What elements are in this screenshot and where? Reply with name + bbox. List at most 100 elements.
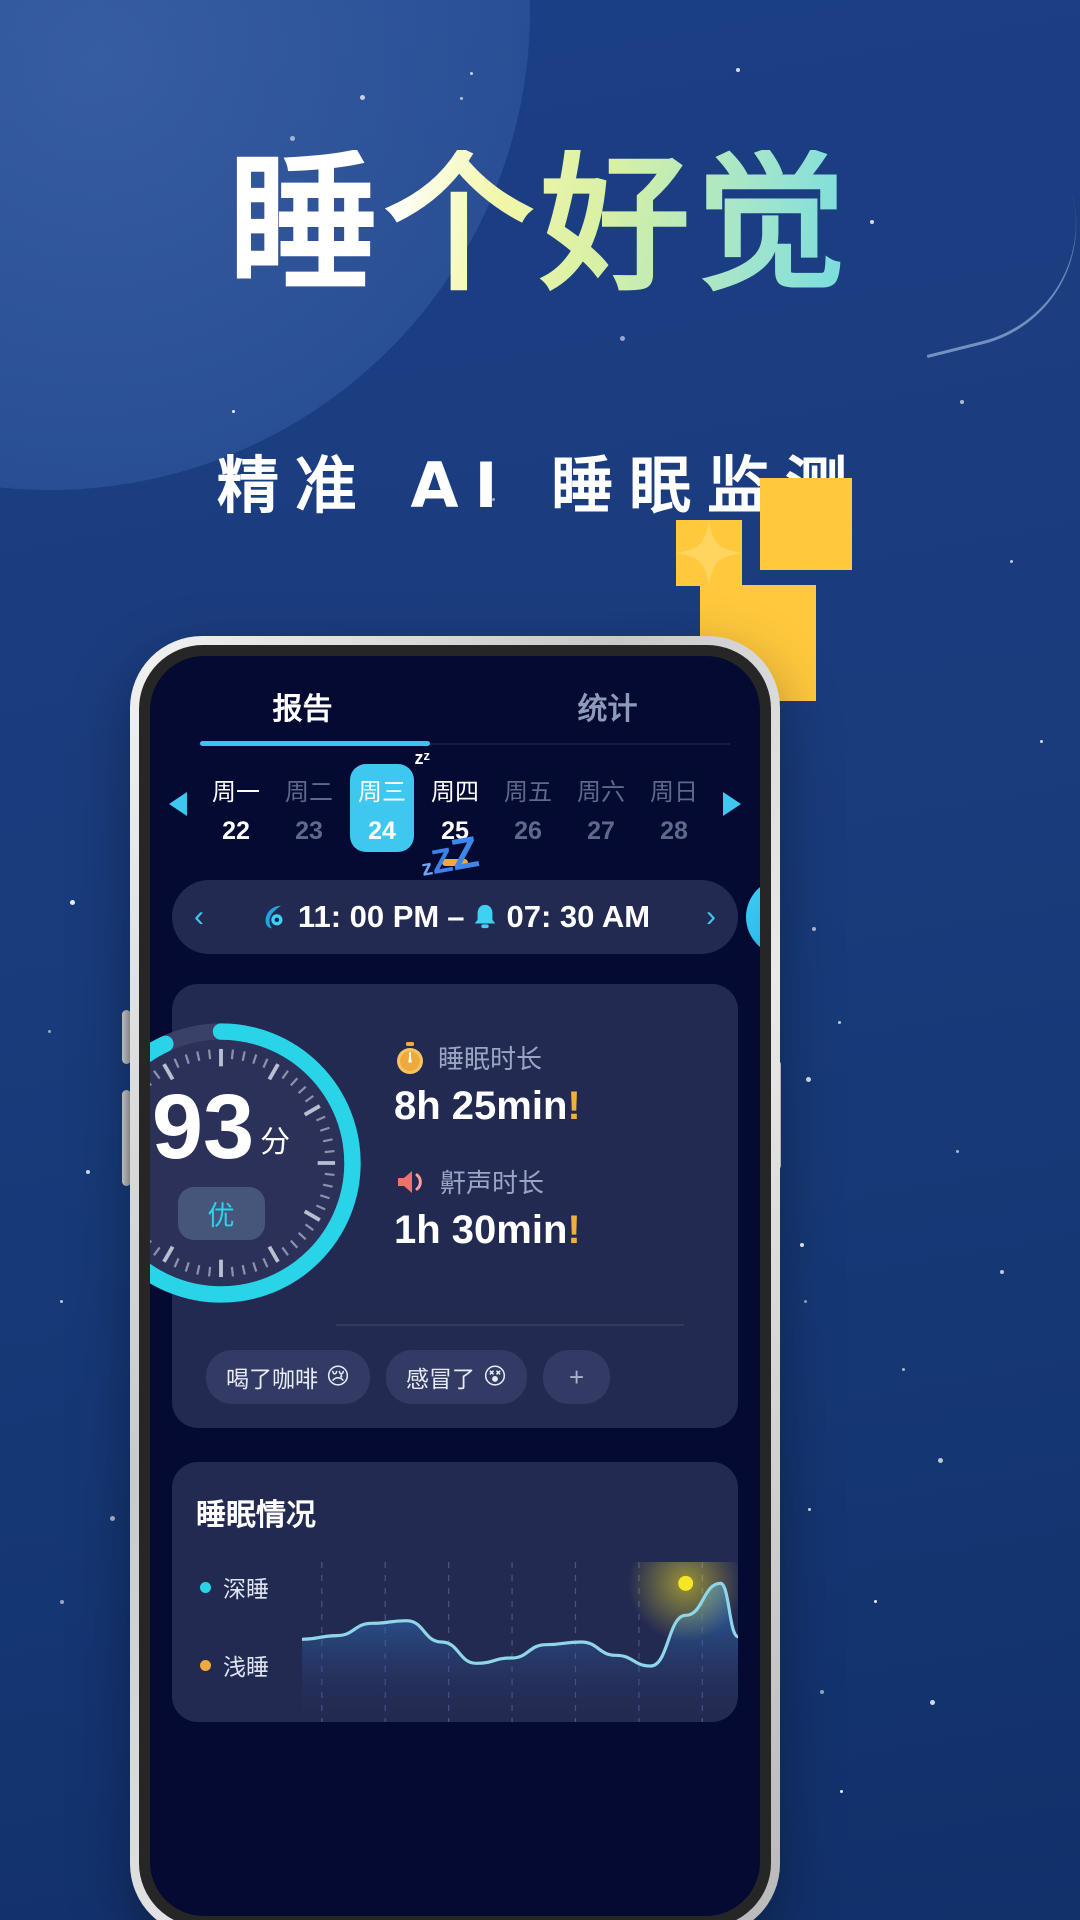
stopwatch-icon [397,1041,423,1074]
legend-dot [200,1581,211,1593]
day-item-fri[interactable]: 周五 26 [496,764,560,852]
star [840,1790,843,1793]
tag-list: 喝了咖啡 😢 感冒了 😵 + [196,1326,714,1404]
star [86,1170,90,1174]
metric-label: 睡眠时长 [438,1044,543,1074]
star [60,1600,64,1604]
day-item-sat[interactable]: 周六 27 [569,764,633,852]
score-unit: 分 [260,1125,291,1159]
day-weekday: 周三 [358,779,406,806]
legend-dot [200,1659,211,1671]
tab-statistics[interactable]: 统计 [455,684,760,746]
legend-label: 浅睡 [223,1654,269,1680]
tag-coffee[interactable]: 喝了咖啡 😢 [206,1350,370,1404]
star [1000,1270,1004,1274]
chevron-right-icon [723,792,741,816]
poster-root: 睡个好觉 精准 AI 睡眠监测 报告 统计 周一 22 周二 23 zz 周三 … [0,0,1080,1920]
tab-bar: 报告 统计 [150,656,760,746]
legend-light-sleep: 浅睡 [200,1648,269,1682]
star [956,1150,959,1153]
score-rating-badge: 优 [177,1186,265,1240]
star [800,1243,804,1247]
day-date: 28 [660,817,688,845]
metric-value-wrap: 1h 30min! [394,1208,714,1253]
day-weekday: 周二 [285,779,333,806]
day-item-mon[interactable]: 周一 22 [204,764,268,852]
day-date: 24 [368,817,396,845]
star [48,1030,51,1033]
tag-label: 喝了咖啡 [226,1366,318,1392]
chart-legend: 深睡 浅睡 清醒 [200,1570,269,1722]
moon-icon [265,905,283,929]
metric-value: 1h 30min [394,1208,568,1252]
metric-suffix: ! [567,1084,581,1128]
page-title: 睡个好觉 [0,150,1080,300]
legend-label: 深睡 [223,1576,269,1602]
metric-sleep-duration: 睡眠时长 8h 25min! [394,1039,714,1129]
alarm-bell-icon [475,904,496,929]
star [736,68,740,72]
day-weekday: 周四 [431,779,479,806]
day-weekday: 周六 [577,779,625,806]
star [838,1021,841,1024]
star [874,1600,877,1603]
day-item-wed-selected[interactable]: zz 周三 24 [350,748,430,852]
tag-cold[interactable]: 感冒了 😵 [385,1350,527,1404]
metric-header: 睡眠时长 [394,1039,714,1076]
phone-bezel: 报告 统计 周一 22 周二 23 zz 周三 24 周四 25 周五 26 周… [139,645,771,1920]
sleep-chart [300,1525,738,1722]
star [460,97,463,100]
star [812,927,816,931]
sparkle-icon [676,520,742,586]
sleep-schedule-bar: ‹ 11: 00 PM – 07: 30 AM › [172,878,760,956]
score-value: 93 [151,1076,255,1179]
sleep-chart-svg [300,1525,738,1722]
crying-face-icon: 😢 [326,1364,350,1390]
schedule-times: 11: 00 PM – 07: 30 AM [220,899,690,935]
dizzy-face-icon: 😵 [482,1364,507,1390]
star [804,1300,807,1303]
day-weekday: 周日 [650,779,698,806]
star [808,1508,811,1511]
legend-deep-sleep: 深睡 [200,1570,269,1604]
star [820,1690,824,1694]
metrics-list: 睡眠时长 8h 25min! 鼾声时长 1h 30min! [366,1039,714,1287]
tag-label: 感冒了 [405,1366,475,1392]
star [470,72,473,75]
star [360,95,365,100]
snore-speaker-icon [398,1170,422,1193]
metric-suffix: ! [567,1208,581,1252]
metric-value: 8h 25min [394,1084,568,1128]
sleep-score-card: 93 分 优 睡眠时长 8h 25min! 鼾声时长 1h 30min! 喝了咖… [150,984,738,1428]
metric-snore-duration: 鼾声时长 1h 30min! [394,1163,714,1253]
metric-label: 鼾声时长 [440,1168,545,1198]
share-button[interactable] [746,878,760,956]
day-item-tue[interactable]: 周二 23 [277,764,341,852]
week-next-button[interactable] [712,791,752,825]
app-screen: 报告 统计 周一 22 周二 23 zz 周三 24 周四 25 周五 26 周… [150,656,760,1916]
star [232,410,235,413]
day-date: 27 [587,817,615,845]
sleep-section-title: 睡眠情况 [196,1499,316,1532]
day-item-sun[interactable]: 周日 28 [642,764,706,852]
phone-mockup: 报告 统计 周一 22 周二 23 zz 周三 24 周四 25 周五 26 周… [130,636,780,1920]
star [960,400,964,404]
week-prev-button[interactable] [158,791,198,825]
metric-header: 鼾声时长 [394,1163,714,1200]
time-separator: – [447,899,465,934]
chevron-left-icon [169,792,187,816]
sleep-score-gauge: 93 分 优 [150,1018,366,1308]
star [806,1077,811,1082]
page-subtitle: 精准 AI 睡眠监测 [216,449,864,522]
tab-report[interactable]: 报告 [150,684,455,746]
day-weekday: 周一 [212,779,260,806]
sleep-situation-card: 睡眠情况 深睡 浅睡 清醒 [172,1462,738,1722]
waketime-value: 07: 30 AM [506,899,651,934]
schedule-prev-button[interactable]: ‹ [194,900,220,934]
score-row: 93 分 优 睡眠时长 8h 25min! 鼾声时长 1h 30min! [150,1008,714,1318]
add-tag-button[interactable]: + [542,1350,611,1404]
bedtime-value: 11: 00 PM [297,899,440,934]
day-weekday: 周五 [504,779,552,806]
schedule-next-button[interactable]: › [690,900,716,934]
star [938,1458,943,1463]
